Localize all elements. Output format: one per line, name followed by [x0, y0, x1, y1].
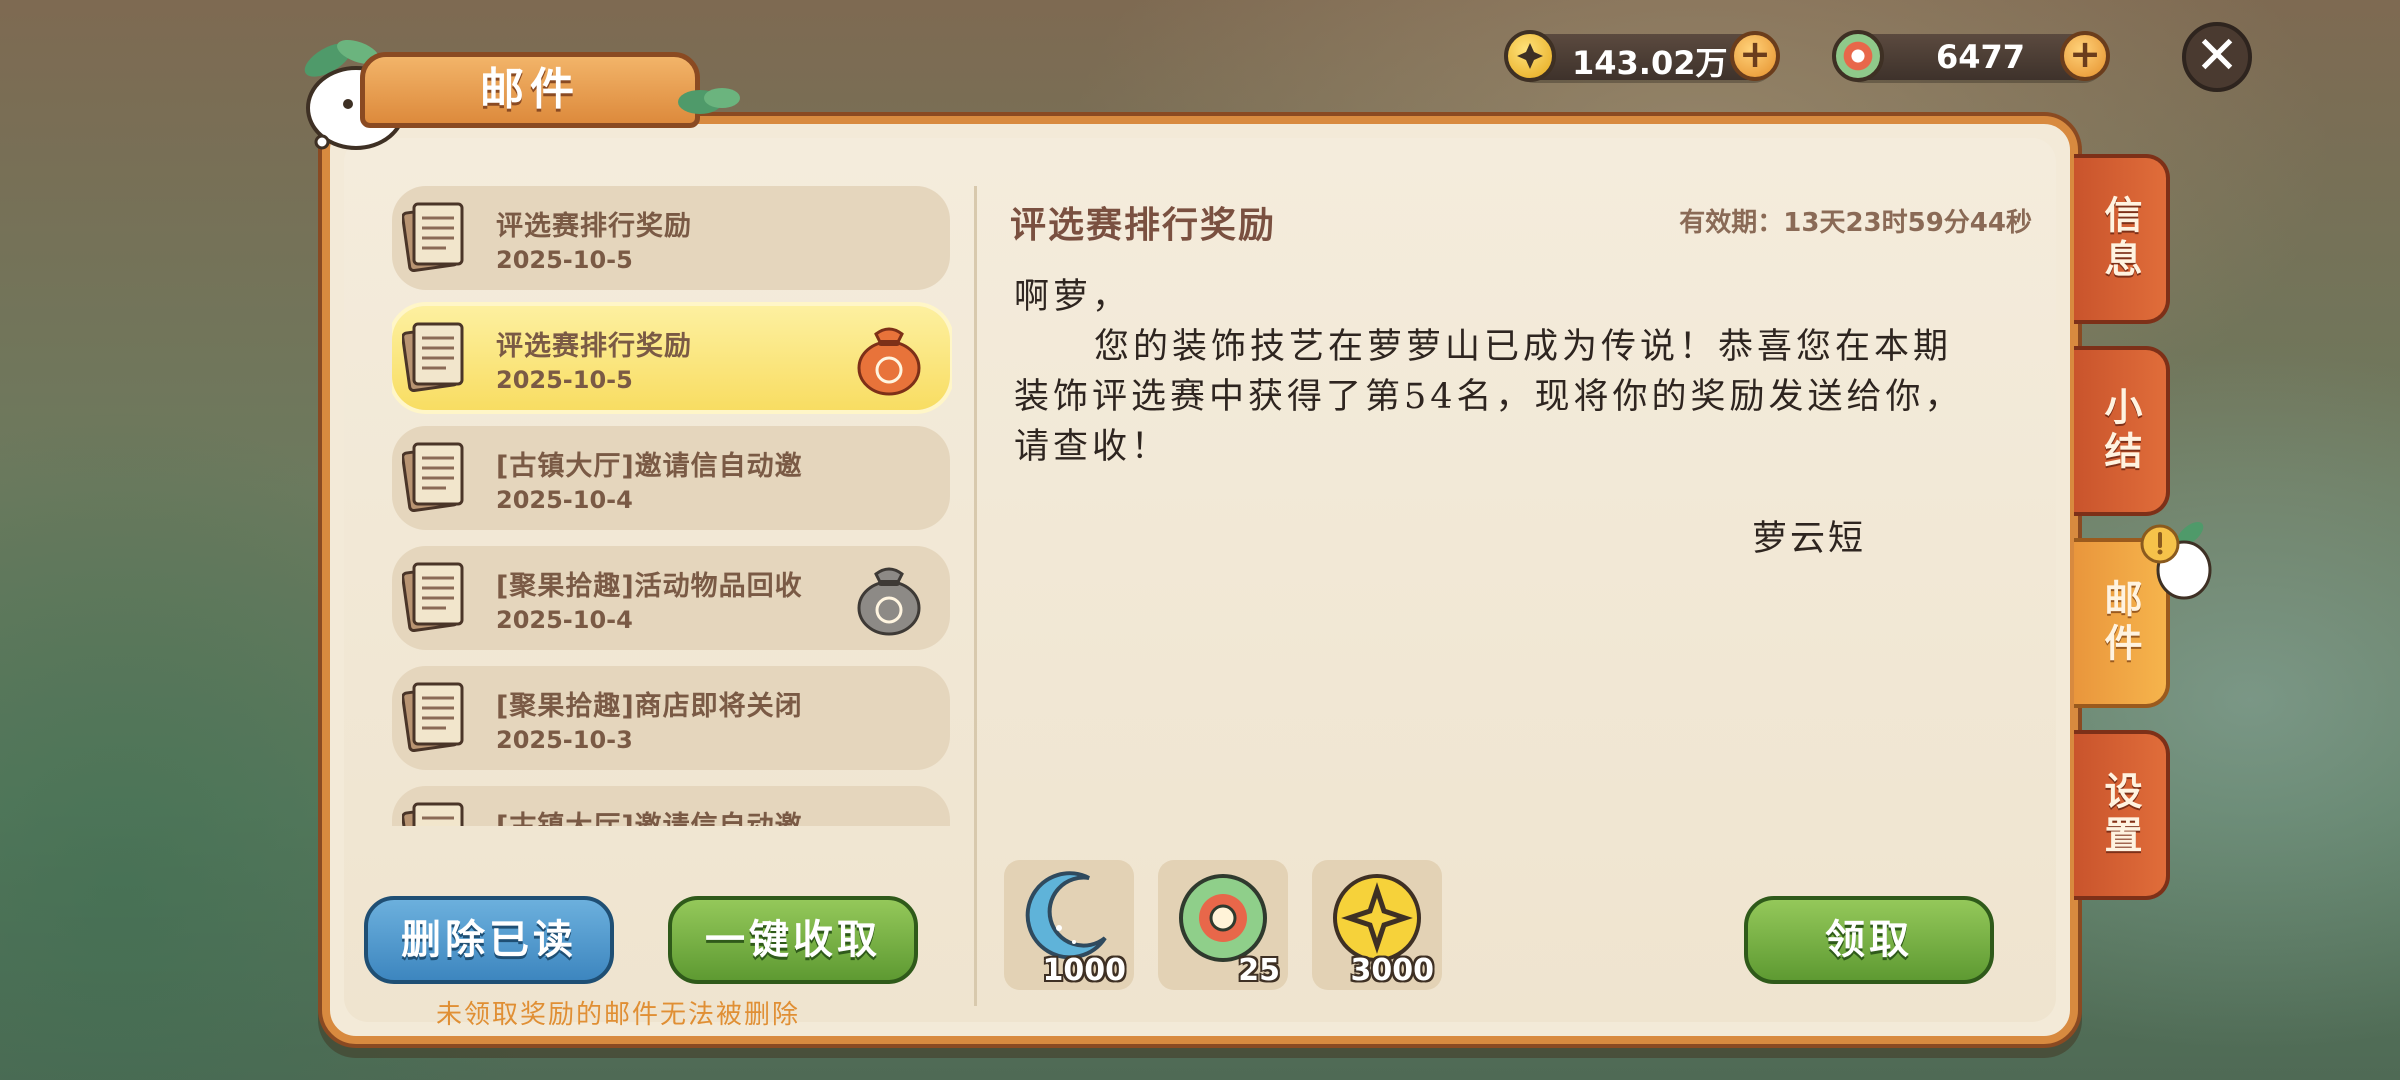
- tab-settings-label: 设置: [2098, 771, 2142, 859]
- panel-divider: [974, 186, 977, 1006]
- mail-item-date: 2025-10-3: [496, 726, 633, 754]
- add-coins-button[interactable]: +: [1730, 31, 1780, 81]
- window-title-tab: 邮件: [360, 52, 700, 128]
- mail-item-title: 评选赛排行奖励: [496, 331, 692, 362]
- add-jade-button[interactable]: +: [2060, 31, 2110, 81]
- jade-counter: 6477 +: [1832, 30, 2110, 82]
- reward-count: 3000: [1350, 953, 1435, 988]
- mail-body-line: 请查收！: [1014, 427, 1171, 467]
- mail-expire-time: 有效期：13天23时59分44秒: [1679, 208, 2032, 238]
- claim-button[interactable]: 领取: [1744, 896, 1994, 984]
- reward-count: 25: [1238, 953, 1280, 988]
- letter-icon: [401, 200, 468, 273]
- mail-body: 啊萝， 您的装饰技艺在萝萝山已成为传说！恭喜您在本期 装饰评选赛中获得了第54名…: [1014, 272, 1994, 472]
- mail-item-title: 评选赛排行奖励: [496, 211, 692, 242]
- tab-summary-label: 小结: [2098, 387, 2142, 475]
- reward-count: 1000: [1042, 953, 1127, 988]
- mail-body-line: 您的装饰技艺在萝萝山已成为传说！恭喜您在本期: [1094, 327, 1953, 367]
- mail-signature: 萝云短: [1752, 519, 1867, 559]
- mail-list-item[interactable]: [古镇大厅]邀请信自动邀 2025-10-4: [392, 426, 950, 530]
- letter-icon: [401, 800, 468, 826]
- coin-amount: 143.02万: [1572, 44, 1728, 82]
- mail-item-date: 2025-10-5: [496, 366, 633, 394]
- mail-item-date: 2025-10-4: [496, 486, 633, 514]
- claim-all-button[interactable]: 一键收取: [668, 896, 918, 984]
- reward-slot[interactable]: 25: [1158, 860, 1288, 990]
- claim-all-label: 一键收取: [705, 917, 881, 963]
- reward-slot[interactable]: 3000: [1312, 860, 1442, 990]
- mail-item-title: [聚果拾趣]商店即将关闭: [496, 691, 803, 722]
- delete-read-button[interactable]: 删除已读: [364, 896, 614, 984]
- close-button[interactable]: ✕: [2182, 22, 2252, 92]
- delete-read-label: 删除已读: [401, 917, 577, 963]
- mail-item-date: 2025-10-5: [496, 246, 633, 274]
- red-gift-bag-icon: [854, 320, 924, 396]
- letter-icon: [401, 680, 468, 753]
- mail-list-item[interactable]: 评选赛排行奖励 2025-10-5: [392, 306, 950, 410]
- mail-item-title: [古镇大厅]邀请信自动邀: [496, 451, 803, 482]
- letter-icon: [401, 320, 468, 393]
- delete-hint: 未领取奖励的邮件无法被删除: [436, 1000, 801, 1030]
- letter-icon: [401, 560, 468, 633]
- leaf-decoration-icon: [678, 88, 740, 114]
- tab-summary[interactable]: 小结: [2074, 346, 2170, 516]
- tab-info-label: 信息: [2098, 195, 2142, 283]
- claim-label: 领取: [1825, 917, 1913, 963]
- window-title: 邮件: [480, 64, 580, 115]
- jade-coin-icon: [1832, 30, 1884, 82]
- mail-list-item[interactable]: 评选赛排行奖励 2025-10-5: [392, 186, 950, 290]
- jade-amount: 6477: [1936, 38, 2026, 76]
- mail-detail-title: 评选赛排行奖励: [1010, 205, 1277, 246]
- mail-list-item[interactable]: [聚果拾趣]活动物品回收 2025-10-4: [392, 546, 950, 650]
- gray-gift-bag-icon: [854, 560, 924, 636]
- mail-item-date: 2025-10-4: [496, 606, 633, 634]
- tab-settings[interactable]: 设置: [2074, 730, 2170, 900]
- mail-item-title: [古镇大厅]邀请信自动邀: [496, 804, 803, 826]
- mail-list[interactable]: 评选赛排行奖励 2025-10-5 评选赛排行奖励 2025-10-5 [古镇大厅]邀请…: [392, 186, 952, 826]
- mail-body-line: 装饰评选赛中获得了第54名，现将你的奖励发送给你，: [1014, 377, 1964, 417]
- mail-item-title: [聚果拾趣]活动物品回收: [496, 571, 803, 602]
- gold-coin-icon: [1504, 30, 1556, 82]
- mail-greeting: 啊萝，: [1014, 277, 1132, 317]
- radish-notification-icon: [2140, 522, 2212, 600]
- letter-icon: [401, 440, 468, 513]
- mail-list-item[interactable]: [古镇大厅]邀请信自动邀: [392, 786, 950, 826]
- tab-info[interactable]: 信息: [2074, 154, 2170, 324]
- mail-list-item[interactable]: [聚果拾趣]商店即将关闭 2025-10-3: [392, 666, 950, 770]
- coin-counter: 143.02万 +: [1504, 30, 1780, 82]
- reward-slot[interactable]: 1000: [1004, 860, 1134, 990]
